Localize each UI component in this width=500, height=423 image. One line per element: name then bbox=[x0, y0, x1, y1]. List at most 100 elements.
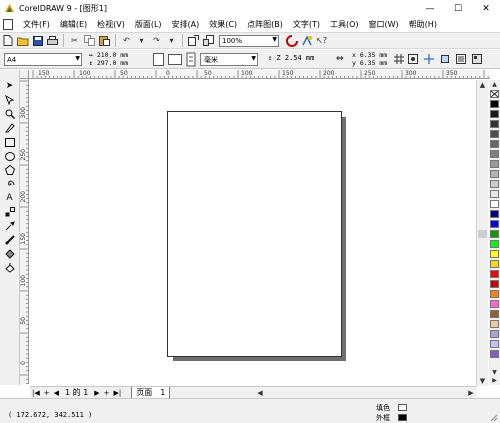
import-icon[interactable] bbox=[187, 34, 200, 47]
spiral-tool-icon[interactable] bbox=[3, 178, 16, 190]
nudge-offset[interactable]: ⇕ Z 2.54 mm bbox=[268, 54, 314, 62]
color-swatch[interactable] bbox=[490, 350, 499, 358]
grid-icon[interactable] bbox=[394, 54, 404, 66]
color-swatch[interactable] bbox=[490, 290, 499, 298]
save-icon[interactable] bbox=[31, 34, 44, 47]
copy-icon[interactable] bbox=[83, 34, 96, 47]
scrollbar-thumb[interactable] bbox=[478, 230, 487, 238]
print-icon[interactable] bbox=[46, 34, 59, 47]
vertical-ruler[interactable]: 300 250 200 150 100 50 0 bbox=[20, 79, 29, 384]
page-tab[interactable]: 页面 1 bbox=[131, 386, 171, 399]
shape-tool-icon[interactable] bbox=[3, 94, 16, 106]
options-icon[interactable] bbox=[456, 54, 466, 66]
menu-window[interactable]: 窗口(W) bbox=[364, 19, 404, 30]
color-swatch[interactable] bbox=[490, 110, 499, 118]
menu-view[interactable]: 检视(V) bbox=[92, 19, 130, 30]
color-swatch[interactable] bbox=[490, 240, 499, 248]
color-swatch[interactable] bbox=[490, 280, 499, 288]
zoom-level-select[interactable]: 100% ▼ bbox=[219, 34, 279, 47]
document-menu-icon[interactable] bbox=[3, 18, 13, 30]
undo-icon[interactable]: ↶ bbox=[120, 34, 133, 47]
drawing-page[interactable] bbox=[167, 111, 342, 357]
menu-text[interactable]: 文字(T) bbox=[288, 19, 325, 30]
horizontal-ruler[interactable]: 150 100 50 0 50 100 150 200 250 300 350 bbox=[29, 70, 490, 79]
color-swatch[interactable] bbox=[490, 100, 499, 108]
units-select[interactable]: 毫米 ▼ bbox=[200, 53, 258, 66]
interactive-fill-tool-icon[interactable] bbox=[3, 262, 16, 274]
previous-page-icon[interactable]: ◀ bbox=[52, 389, 61, 397]
polygon-tool-icon[interactable] bbox=[3, 164, 16, 176]
color-swatch[interactable] bbox=[490, 320, 499, 328]
color-swatch[interactable] bbox=[490, 330, 499, 338]
page-size-select[interactable]: A4 ▼ bbox=[4, 53, 82, 66]
color-swatch[interactable] bbox=[490, 260, 499, 268]
portrait-orientation-button[interactable] bbox=[153, 53, 164, 66]
palette-scroll-up-icon[interactable]: ▲ bbox=[490, 80, 499, 88]
undo-dropdown-icon[interactable]: ▾ bbox=[135, 34, 148, 47]
paste-icon[interactable] bbox=[98, 34, 111, 47]
scroll-up-icon[interactable]: ▲ bbox=[477, 80, 488, 90]
no-color-swatch[interactable] bbox=[490, 90, 499, 98]
color-swatch[interactable] bbox=[490, 190, 499, 198]
color-swatch[interactable] bbox=[490, 160, 499, 168]
pick-tool-icon[interactable]: ➤ bbox=[3, 80, 16, 92]
page-dimensions[interactable]: ↔ 210.0 mm ↕ 297.0 mm bbox=[89, 51, 128, 67]
redo-dropdown-icon[interactable]: ▾ bbox=[165, 34, 178, 47]
ellipse-tool-icon[interactable] bbox=[3, 150, 16, 162]
freehand-tool-icon[interactable] bbox=[3, 122, 16, 134]
first-page-icon[interactable]: |◀ bbox=[30, 389, 42, 397]
palette-expand-icon[interactable]: ▶ bbox=[490, 376, 499, 384]
menu-layout[interactable]: 版面(L) bbox=[130, 19, 167, 30]
ruler-origin[interactable] bbox=[20, 70, 29, 79]
resize-grip-icon[interactable] bbox=[489, 413, 498, 422]
color-swatch[interactable] bbox=[490, 150, 499, 158]
whats-this-help-icon[interactable]: ↖? bbox=[315, 34, 328, 47]
drawing-canvas[interactable] bbox=[30, 80, 476, 386]
color-swatch[interactable] bbox=[490, 200, 499, 208]
eyedropper-tool-icon[interactable] bbox=[3, 220, 16, 232]
color-swatch[interactable] bbox=[490, 170, 499, 178]
export-icon[interactable] bbox=[202, 34, 215, 47]
outline-tool-icon[interactable] bbox=[3, 234, 16, 246]
close-button[interactable]: ✕ bbox=[472, 0, 500, 17]
last-page-icon[interactable]: ▶| bbox=[112, 389, 124, 397]
color-swatch[interactable] bbox=[490, 140, 499, 148]
color-swatch[interactable] bbox=[490, 130, 499, 138]
duplicate-distance[interactable]: x 6.35 mm y 6.35 mm bbox=[352, 51, 387, 67]
fill-swatch[interactable] bbox=[398, 404, 407, 411]
color-swatch[interactable] bbox=[490, 270, 499, 278]
interactive-blend-tool-icon[interactable] bbox=[3, 206, 16, 218]
new-document-icon[interactable] bbox=[1, 34, 14, 47]
snap-to-objects-icon[interactable] bbox=[440, 54, 450, 66]
snap-to-guidelines-icon[interactable] bbox=[424, 54, 434, 66]
color-swatch[interactable] bbox=[490, 230, 499, 238]
scroll-left-icon[interactable]: ◀ bbox=[255, 387, 265, 398]
color-swatch[interactable] bbox=[490, 220, 499, 228]
add-page-after-icon[interactable]: + bbox=[102, 389, 112, 397]
add-page-before-icon[interactable]: + bbox=[42, 389, 52, 397]
corel-tutor-icon[interactable] bbox=[300, 34, 313, 47]
color-swatch[interactable] bbox=[490, 300, 499, 308]
minimize-button[interactable]: — bbox=[416, 0, 444, 17]
application-launcher-icon[interactable] bbox=[285, 34, 298, 47]
color-swatch[interactable] bbox=[490, 120, 499, 128]
scroll-right-icon[interactable]: ▶ bbox=[466, 387, 476, 398]
menu-file[interactable]: 文件(F) bbox=[18, 19, 55, 30]
palette-scroll-down-icon[interactable]: ▼ bbox=[490, 368, 499, 376]
landscape-orientation-button[interactable] bbox=[168, 54, 182, 65]
menu-bitmaps[interactable]: 点阵图(B) bbox=[242, 19, 288, 30]
open-folder-icon[interactable] bbox=[16, 34, 29, 47]
fill-tool-icon[interactable] bbox=[3, 248, 16, 260]
horizontal-scrollbar[interactable]: ◀ ▶ bbox=[255, 387, 476, 398]
menu-arrange[interactable]: 安排(A) bbox=[167, 19, 205, 30]
color-swatch[interactable] bbox=[490, 310, 499, 318]
text-tool-icon[interactable]: A bbox=[3, 192, 16, 204]
menu-edit[interactable]: 编辑(E) bbox=[55, 19, 92, 30]
rectangle-tool-icon[interactable] bbox=[3, 136, 16, 148]
maximize-button[interactable]: ☐ bbox=[444, 0, 472, 17]
menu-tools[interactable]: 工具(O) bbox=[325, 19, 364, 30]
menu-help[interactable]: 帮助(H) bbox=[404, 19, 442, 30]
page-layout-icon[interactable] bbox=[472, 54, 482, 66]
next-page-icon[interactable]: ▶ bbox=[92, 389, 101, 397]
color-swatch[interactable] bbox=[490, 210, 499, 218]
